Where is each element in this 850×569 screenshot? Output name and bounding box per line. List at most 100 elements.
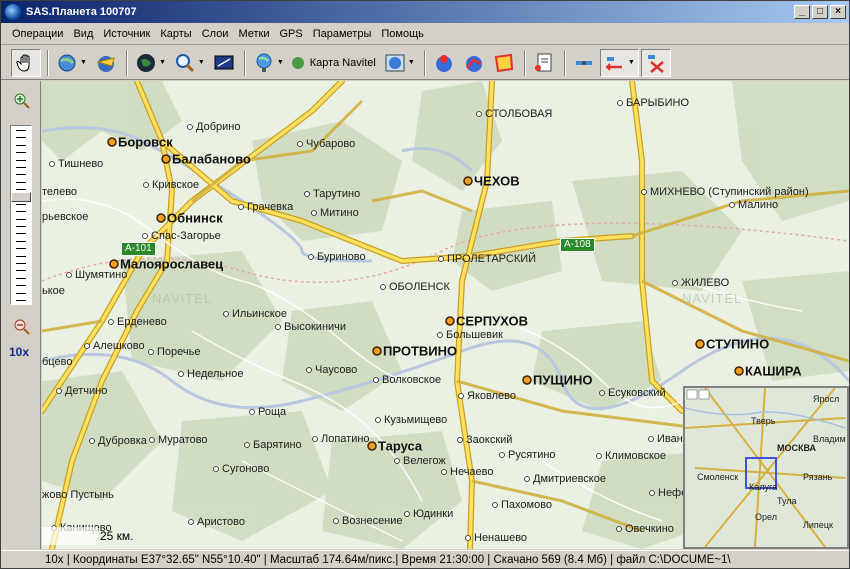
menu-maps[interactable]: Карты <box>155 26 196 42</box>
city-label: Обнинск <box>167 210 223 226</box>
zoom-slider[interactable] <box>10 125 32 305</box>
city-label: Спас-Загорье <box>151 230 221 242</box>
map-view[interactable]: Боровск Балабаново Обнинск Малоярославец ЧЕХ… <box>42 81 849 549</box>
minimap-label: Тула <box>777 496 797 506</box>
city-marker <box>244 442 250 448</box>
toolbar-separator <box>523 49 526 76</box>
hand-icon <box>16 54 30 72</box>
zoom-tick <box>16 248 26 250</box>
city-marker <box>438 256 444 262</box>
chevron-down-icon[interactable]: ▼ <box>159 59 166 66</box>
city-label: Малино <box>738 199 779 211</box>
toolbar-separator <box>243 49 246 76</box>
title-bar[interactable]: SAS.Планета 100707 _ □ × <box>1 1 849 23</box>
add-path-button[interactable] <box>460 49 488 77</box>
city-label: БАРЫБИНО <box>626 97 690 109</box>
zoom-in-icon[interactable] <box>14 93 30 109</box>
tools-button[interactable]: ▼ <box>53 49 90 77</box>
city-label: Таруса <box>378 438 423 454</box>
menu-layers[interactable]: Слои <box>197 26 234 42</box>
menu-marks[interactable]: Метки <box>233 26 274 42</box>
chevron-down-icon[interactable]: ▼ <box>408 59 415 66</box>
zoom-tick <box>16 203 26 205</box>
satellite-arrow-icon <box>605 56 622 71</box>
fullscreen-button[interactable] <box>210 49 238 77</box>
zoom-tool-button[interactable]: ▼ <box>171 49 208 77</box>
zoom-tick <box>16 300 26 301</box>
city-marker <box>238 204 244 210</box>
add-mark-button[interactable] <box>430 49 458 77</box>
minimap-label: Владим <box>813 434 846 444</box>
zoom-tick <box>16 181 26 183</box>
zoom-tick <box>16 130 26 131</box>
layers-globe-icon <box>385 54 405 71</box>
city-label: МИХНЕВО (Ступинский район) <box>650 186 809 198</box>
menu-bar: Операции Вид Источник Карты Слои Метки G… <box>1 23 849 45</box>
menu-parameters[interactable]: Параметры <box>308 26 377 42</box>
pan-tool-button[interactable] <box>11 48 41 77</box>
map-type-button[interactable]: ▼ <box>132 49 169 77</box>
minimap-label: МОСКВА <box>777 443 817 453</box>
menu-source[interactable]: Источник <box>98 26 155 42</box>
city-label: Аристово <box>197 516 245 528</box>
city-label: ПРОЛЕТАРСКИЙ <box>447 253 537 265</box>
city-label: Иван <box>657 433 683 445</box>
minimap[interactable]: Тверь Яросл Владим МОСКВА Рязань Смоленс… <box>683 386 849 549</box>
zoom-tick <box>16 144 26 146</box>
city-marker <box>380 284 386 290</box>
chevron-down-icon[interactable]: ▼ <box>80 59 87 66</box>
chevron-down-icon[interactable]: ▼ <box>198 59 205 66</box>
city-marker <box>729 202 735 208</box>
zoom-tick <box>16 218 26 220</box>
city-marker <box>107 137 117 147</box>
city-marker <box>695 339 705 349</box>
zoom-out-icon[interactable] <box>14 319 30 335</box>
menu-help[interactable]: Помощь <box>376 26 429 42</box>
chevron-down-icon[interactable]: ▼ <box>628 59 635 66</box>
gps-button[interactable] <box>92 49 120 77</box>
city-marker <box>616 526 622 532</box>
layers-button[interactable]: ▼ <box>381 49 418 77</box>
toolbar-separator <box>423 49 426 76</box>
city-marker <box>161 154 171 164</box>
city-label: Малоярославец <box>120 256 224 272</box>
menu-gps[interactable]: GPS <box>275 26 308 42</box>
city-label: Тишнево <box>58 158 104 170</box>
city-label: Шумятино <box>75 269 128 281</box>
city-label: Заокский <box>466 434 513 446</box>
city-marker <box>457 437 463 443</box>
city-label: Большевик <box>446 329 503 341</box>
city-label: ПУЩИНО <box>533 372 593 388</box>
zoom-slider-thumb[interactable] <box>11 191 31 202</box>
menu-view[interactable]: Вид <box>68 26 98 42</box>
city-marker <box>734 366 744 376</box>
city-marker <box>499 452 505 458</box>
minimize-button[interactable]: _ <box>794 5 810 19</box>
app-window: SAS.Планета 100707 _ □ × Операции Вид Ис… <box>0 0 850 569</box>
city-marker <box>476 111 482 117</box>
chevron-down-icon[interactable]: ▼ <box>277 59 284 66</box>
city-marker <box>648 436 654 442</box>
city-marker <box>187 124 193 130</box>
gps-track-button[interactable] <box>570 49 598 77</box>
globe-path-icon <box>465 55 482 72</box>
city-marker <box>492 502 498 508</box>
city-marker <box>249 409 255 415</box>
gps-follow-button[interactable]: ▼ <box>599 48 639 77</box>
city-label: Роща <box>258 406 287 418</box>
marks-list-button[interactable] <box>530 49 558 77</box>
map-source-dropdown[interactable]: ▼ Карта Navitel <box>250 49 379 77</box>
zoom-tick <box>16 292 26 294</box>
city-marker <box>148 349 154 355</box>
gps-center-button[interactable] <box>640 48 671 77</box>
menu-operations[interactable]: Операции <box>7 26 68 42</box>
city-marker <box>437 332 443 338</box>
maximize-button[interactable]: □ <box>812 5 828 19</box>
city-marker <box>465 535 471 541</box>
add-polygon-button[interactable] <box>490 49 518 77</box>
close-button[interactable]: × <box>830 5 846 19</box>
monitor-icon <box>214 55 234 69</box>
city-label: рьевское <box>42 211 89 223</box>
city-label: Кривское <box>152 179 200 191</box>
city-marker <box>312 436 318 442</box>
